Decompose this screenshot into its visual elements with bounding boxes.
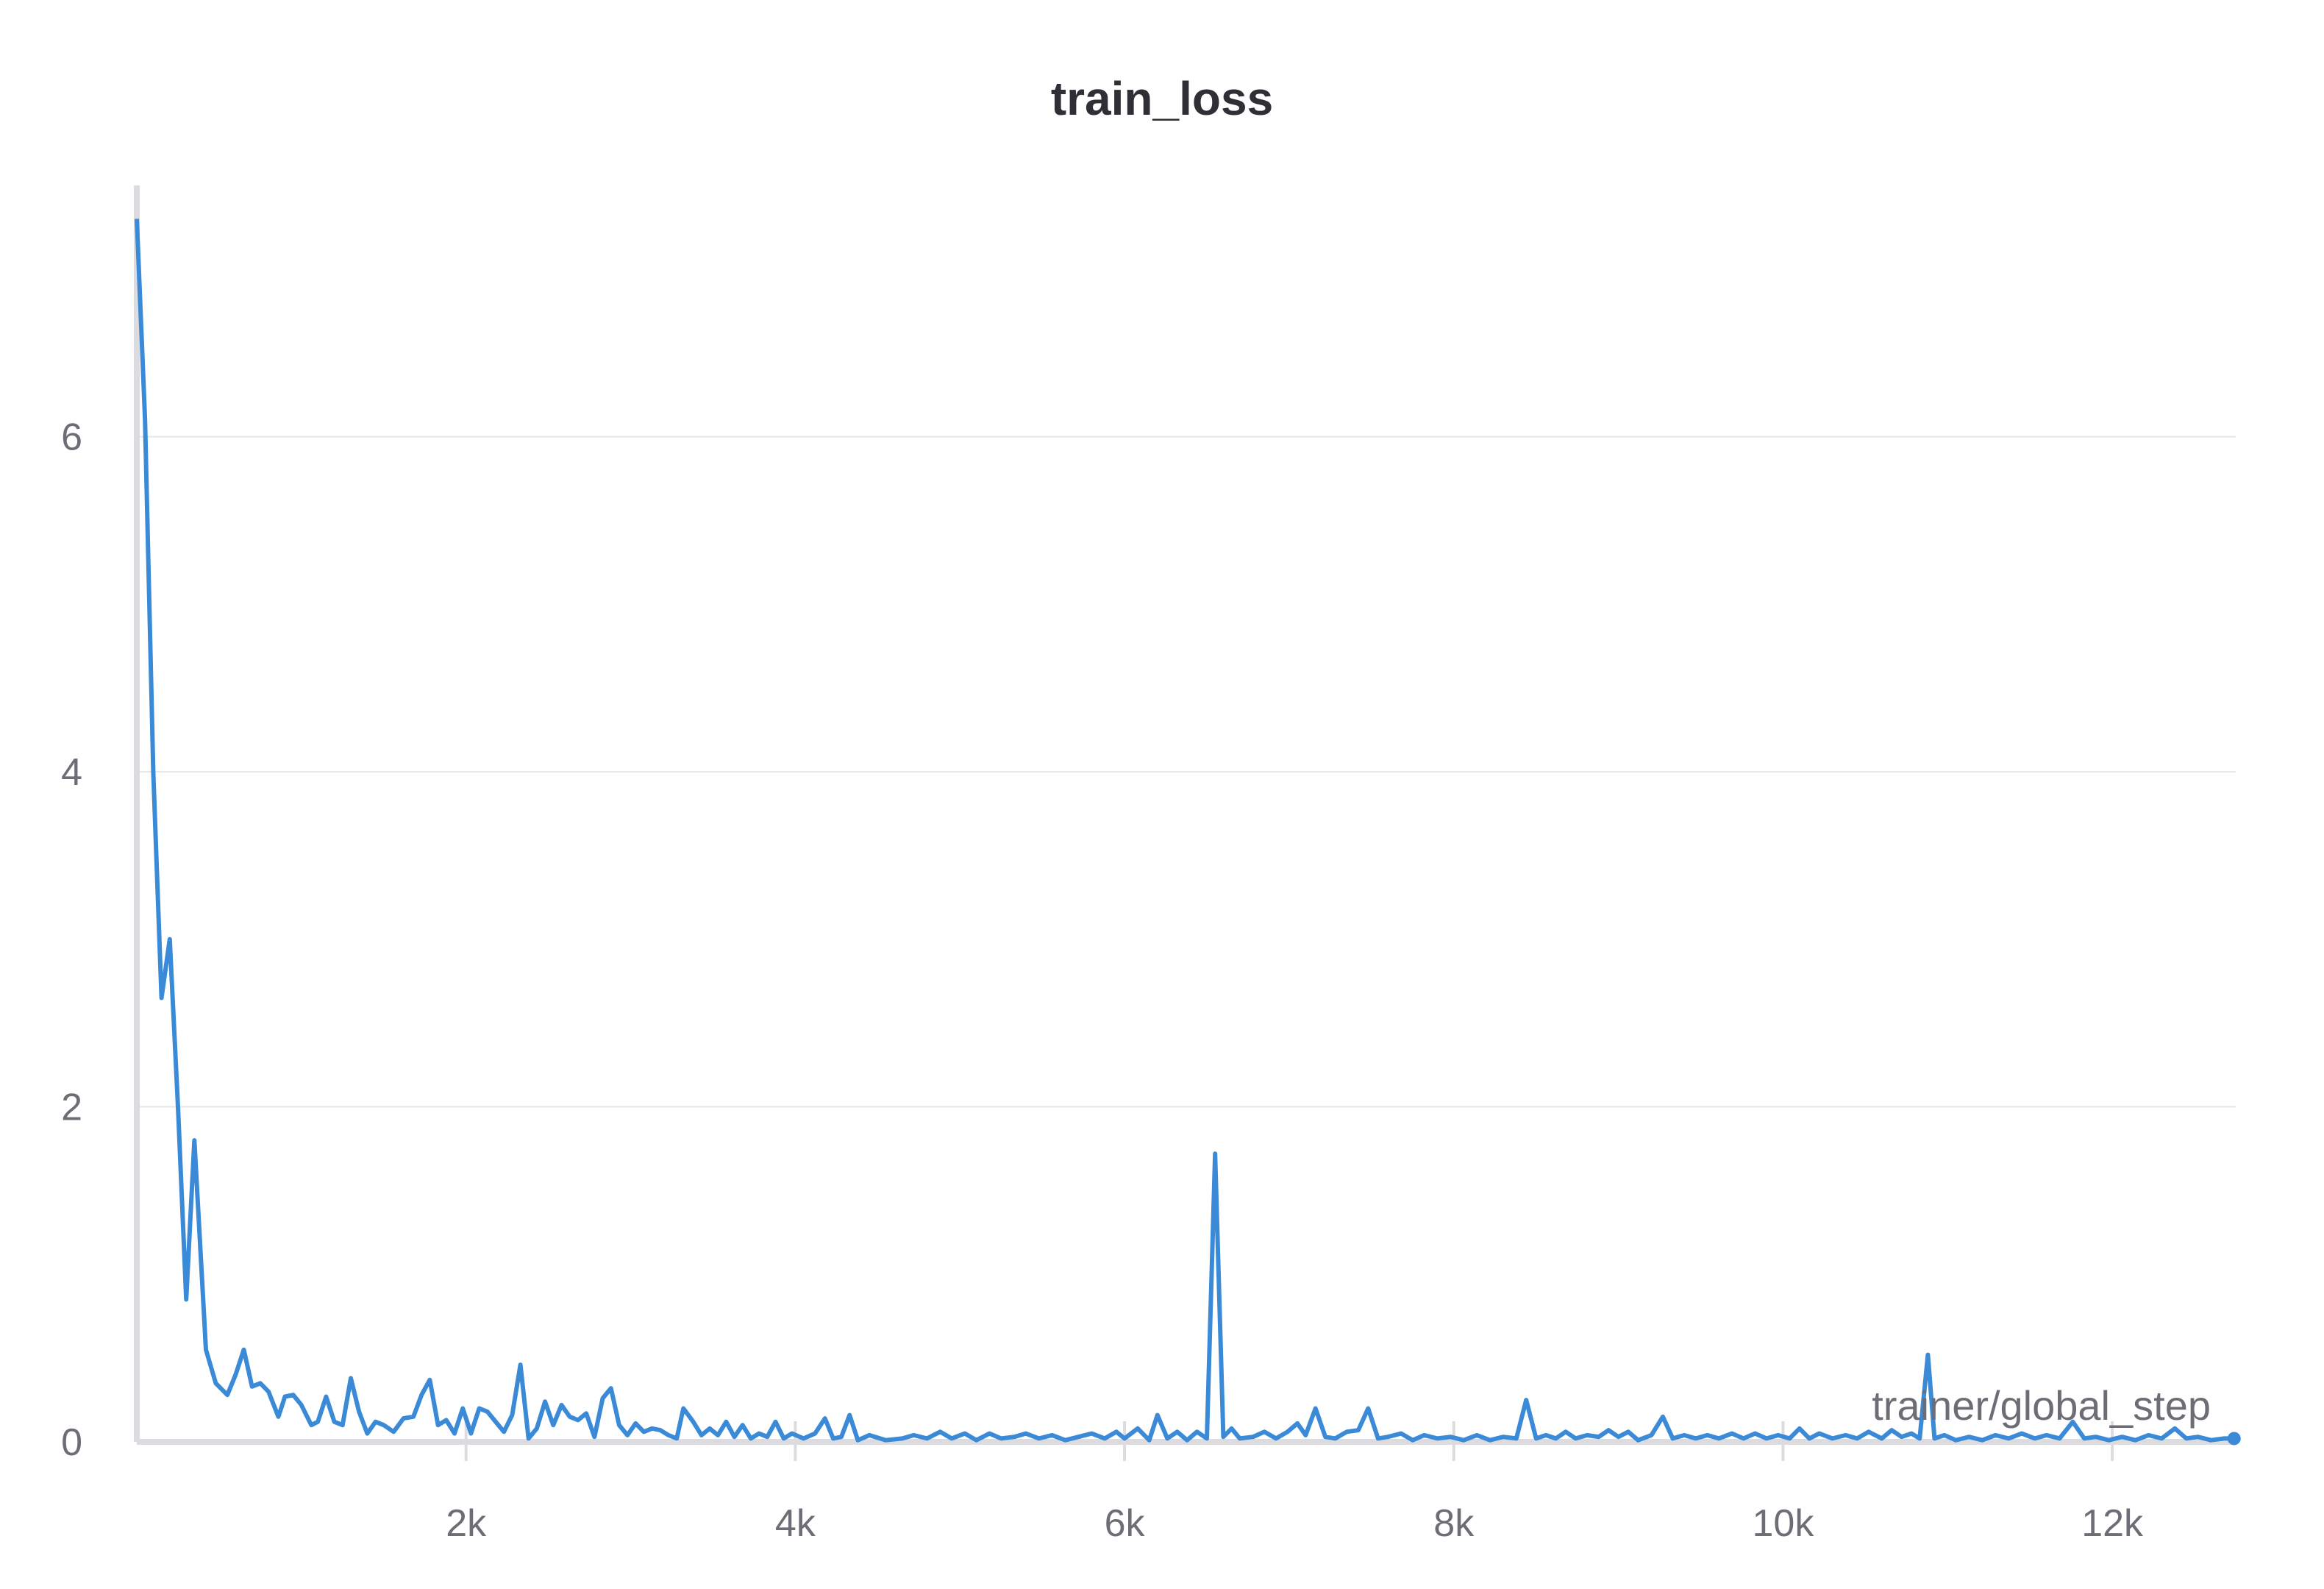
y-tick-label: 0	[61, 1421, 82, 1464]
x-tick-label: 12k	[2081, 1502, 2144, 1545]
y-tick-label: 6	[61, 416, 82, 459]
series-line-0	[135, 218, 2234, 1443]
x-tick-label: 2k	[446, 1502, 487, 1545]
gridlines	[137, 436, 2236, 1108]
series-layer	[135, 218, 2241, 1446]
y-tick-label: 4	[61, 751, 82, 794]
x-tick-label: 4k	[775, 1502, 816, 1545]
line-chart: train_loss 0 2 4 6 2k 4k 6k 8k 10k 12k trainer/gl…	[61, 72, 2241, 1545]
x-axis-name: trainer/global_step	[1872, 1382, 2211, 1429]
axis-ticks: 0 2 4 6 2k 4k 6k 8k 10k 12k	[61, 416, 2144, 1545]
chart-title: train_loss	[1051, 72, 1273, 125]
y-tick-label: 2	[61, 1087, 82, 1129]
x-tick-label: 6k	[1105, 1502, 1146, 1545]
x-tick-label: 8k	[1433, 1502, 1475, 1545]
x-tick-label: 10k	[1753, 1502, 1815, 1545]
series-end-marker	[2227, 1432, 2241, 1446]
